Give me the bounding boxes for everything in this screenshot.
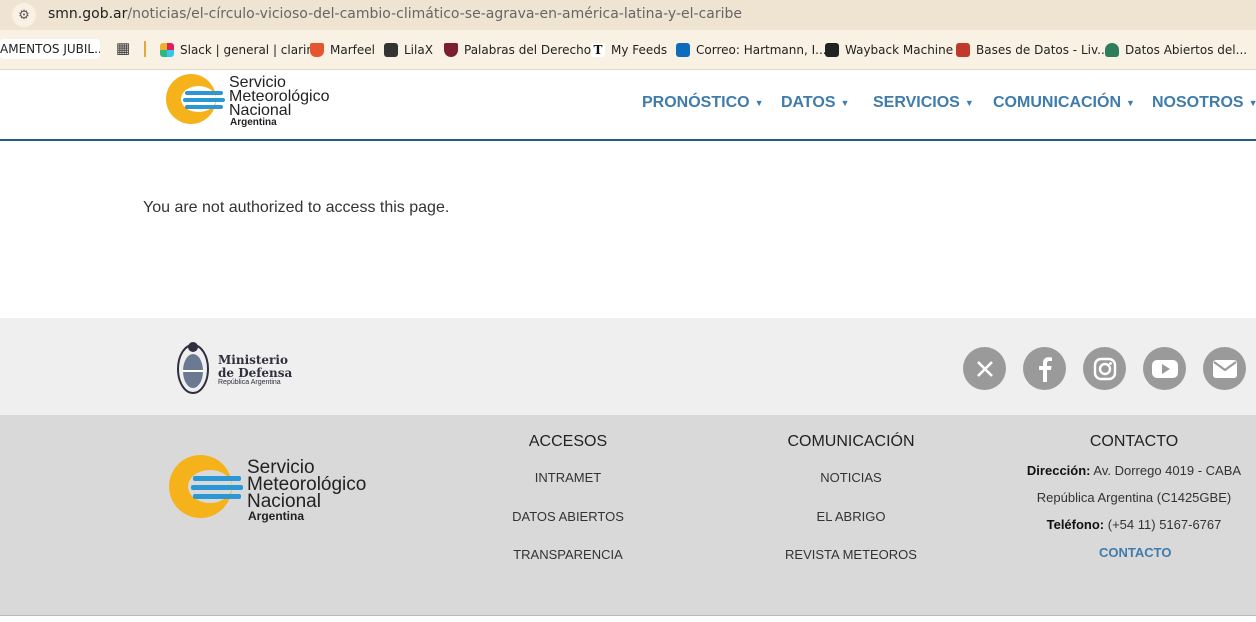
logo-wave <box>193 494 241 499</box>
bookmark-label: LilaX <box>404 43 433 57</box>
logo-wave <box>193 476 241 481</box>
lilax-icon <box>384 43 398 57</box>
datos-icon <box>1105 43 1119 57</box>
contact-phone: Teléfono: (+54 11) 5167-6767 <box>1014 517 1254 532</box>
ministry-line2: de Defensa <box>218 366 293 380</box>
logo-wave <box>191 485 243 490</box>
bookmark-label: Marfeel <box>330 43 375 57</box>
link-intramet[interactable]: INTRAMET <box>468 470 668 485</box>
caret-down-icon: ▼ <box>964 97 974 108</box>
instagram-icon[interactable] <box>1083 347 1126 390</box>
ministry-line1: Ministerio <box>218 353 288 367</box>
logo-wave <box>185 91 223 95</box>
site-header: Servicio Meteorológico Nacional Argentin… <box>0 70 1256 141</box>
logo-wave <box>183 98 225 102</box>
caret-down-icon: ▼ <box>754 97 764 108</box>
slack-icon <box>160 43 174 57</box>
bookmark-bases[interactable]: Bases de Datos - Liv... <box>956 41 1109 59</box>
palabras-icon <box>444 43 458 57</box>
database-icon <box>956 43 970 57</box>
caret-down-icon: ▼ <box>840 97 850 108</box>
site-info-icon[interactable]: ⚙ <box>12 3 36 27</box>
nav-label: NOSOTROS <box>1152 94 1244 111</box>
bookmark-slack[interactable]: Slack | general | clarin <box>160 41 314 59</box>
contact-address: Dirección: Av. Dorrego 4019 - CABA <box>1014 463 1254 478</box>
bookmark-outlook[interactable]: Correo: Hartmann, I... <box>676 41 827 59</box>
url-path: /noticias/el-círculo-vicioso-del-cambio-… <box>127 6 742 22</box>
not-authorized-message: You are not authorized to access this pa… <box>143 199 450 216</box>
accesos-title: ACCESOS <box>528 433 608 450</box>
wayback-icon <box>825 43 839 57</box>
apps-grid-icon[interactable]: ▦ <box>116 41 132 57</box>
bookmark-marfeel[interactable]: Marfeel <box>310 41 375 59</box>
contacto-link[interactable]: CONTACTO <box>1099 545 1171 560</box>
bookmark-label: Wayback Machine <box>845 43 954 57</box>
caret-down-icon: ▼ <box>1126 97 1135 108</box>
nav-nosotros[interactable]: NOSOTROS ▼ <box>1152 94 1256 112</box>
nyt-icon: T <box>591 43 605 57</box>
nav-pronostico[interactable]: PRONÓSTICO ▼ <box>642 94 763 112</box>
x-icon[interactable] <box>963 347 1006 390</box>
bookmark-palabras[interactable]: Palabras del Derecho <box>444 41 591 59</box>
link-el-abrigo[interactable]: EL ABRIGO <box>751 509 951 524</box>
address-label: Dirección: <box>1026 463 1091 478</box>
national-seal-icon <box>177 342 209 394</box>
youtube-icon[interactable] <box>1143 347 1186 390</box>
footer-smn-logo[interactable]: Servicio Meteorológico Nacional Argentin… <box>169 455 389 525</box>
smn-logo[interactable]: Servicio Meteorológico Nacional Argentin… <box>166 74 341 130</box>
bookmark-label: Bases de Datos - Liv... <box>976 43 1109 57</box>
nav-comunicacion[interactable]: COMUNICACIÓN ▼ <box>993 94 1135 112</box>
bookmark-label: My Feeds <box>611 43 668 57</box>
outlook-icon <box>676 43 690 57</box>
logo-country: Argentina <box>230 117 277 128</box>
email-icon[interactable] <box>1203 347 1246 390</box>
nav-label: SERVICIOS <box>873 94 960 111</box>
nav-servicios[interactable]: SERVICIOS ▼ <box>873 94 974 112</box>
nav-label: PRONÓSTICO <box>642 94 750 111</box>
comunicacion-title: COMUNICACIÓN <box>787 433 915 450</box>
browser-url-bar[interactable]: ⚙ smn.gob.ar/noticias/el-círculo-vicioso… <box>0 0 1256 30</box>
bookmark-label: Datos Abiertos del... <box>1125 43 1248 57</box>
facebook-icon[interactable] <box>1023 347 1066 390</box>
phone-value: (+54 11) 5167-6767 <box>1107 517 1222 532</box>
footer-logo-country: Argentina <box>248 509 305 523</box>
address-value: Av. Dorrego 4019 - CABA <box>1093 463 1242 478</box>
phone-label: Teléfono: <box>1046 517 1105 532</box>
link-revista-meteoros[interactable]: REVISTA METEOROS <box>751 547 951 562</box>
contact-address-line2: República Argentina (C1425GBE) <box>1036 490 1232 505</box>
ministry-line3: República Argentina <box>218 379 281 386</box>
bookmark-separator <box>144 41 146 57</box>
nav-datos[interactable]: DATOS ▼ <box>781 94 849 112</box>
bookmark-wayback[interactable]: Wayback Machine <box>825 41 953 59</box>
bookmark-label: Palabras del Derecho <box>464 43 592 57</box>
url-host: smn.gob.ar <box>48 6 128 22</box>
nav-label: DATOS <box>781 94 836 111</box>
marfeel-icon <box>310 43 324 57</box>
bookmark-folder[interactable]: AMENTOS JUBIL... <box>0 39 100 59</box>
bookmark-label: Correo: Hartmann, I... <box>696 43 827 57</box>
nav-label: COMUNICACIÓN <box>993 94 1121 111</box>
bookmark-datos[interactable]: Datos Abiertos del... <box>1105 41 1247 59</box>
link-transparencia[interactable]: TRANSPARENCIA <box>468 547 668 562</box>
bookmark-myfeeds[interactable]: T My Feeds <box>591 41 667 59</box>
logo-wave <box>185 105 223 109</box>
bookmark-label: Slack | general | clarin <box>180 43 314 57</box>
link-datos-abiertos[interactable]: DATOS ABIERTOS <box>468 509 668 524</box>
bookmarks-bar: AMENTOS JUBIL... ▦ Slack | general | cla… <box>0 30 1256 70</box>
ministerio-defensa-logo[interactable]: Ministerio de Defensa República Argentin… <box>176 338 296 398</box>
link-noticias[interactable]: NOTICIAS <box>751 470 951 485</box>
bookmark-lilax[interactable]: LilaX <box>384 41 433 59</box>
caret-down-icon: ▼ <box>1248 97 1256 108</box>
bookmark-label: AMENTOS JUBIL... <box>0 42 100 56</box>
url-text[interactable]: smn.gob.ar/noticias/el-círculo-vicioso-d… <box>48 6 742 22</box>
contacto-title: CONTACTO <box>1089 433 1179 450</box>
